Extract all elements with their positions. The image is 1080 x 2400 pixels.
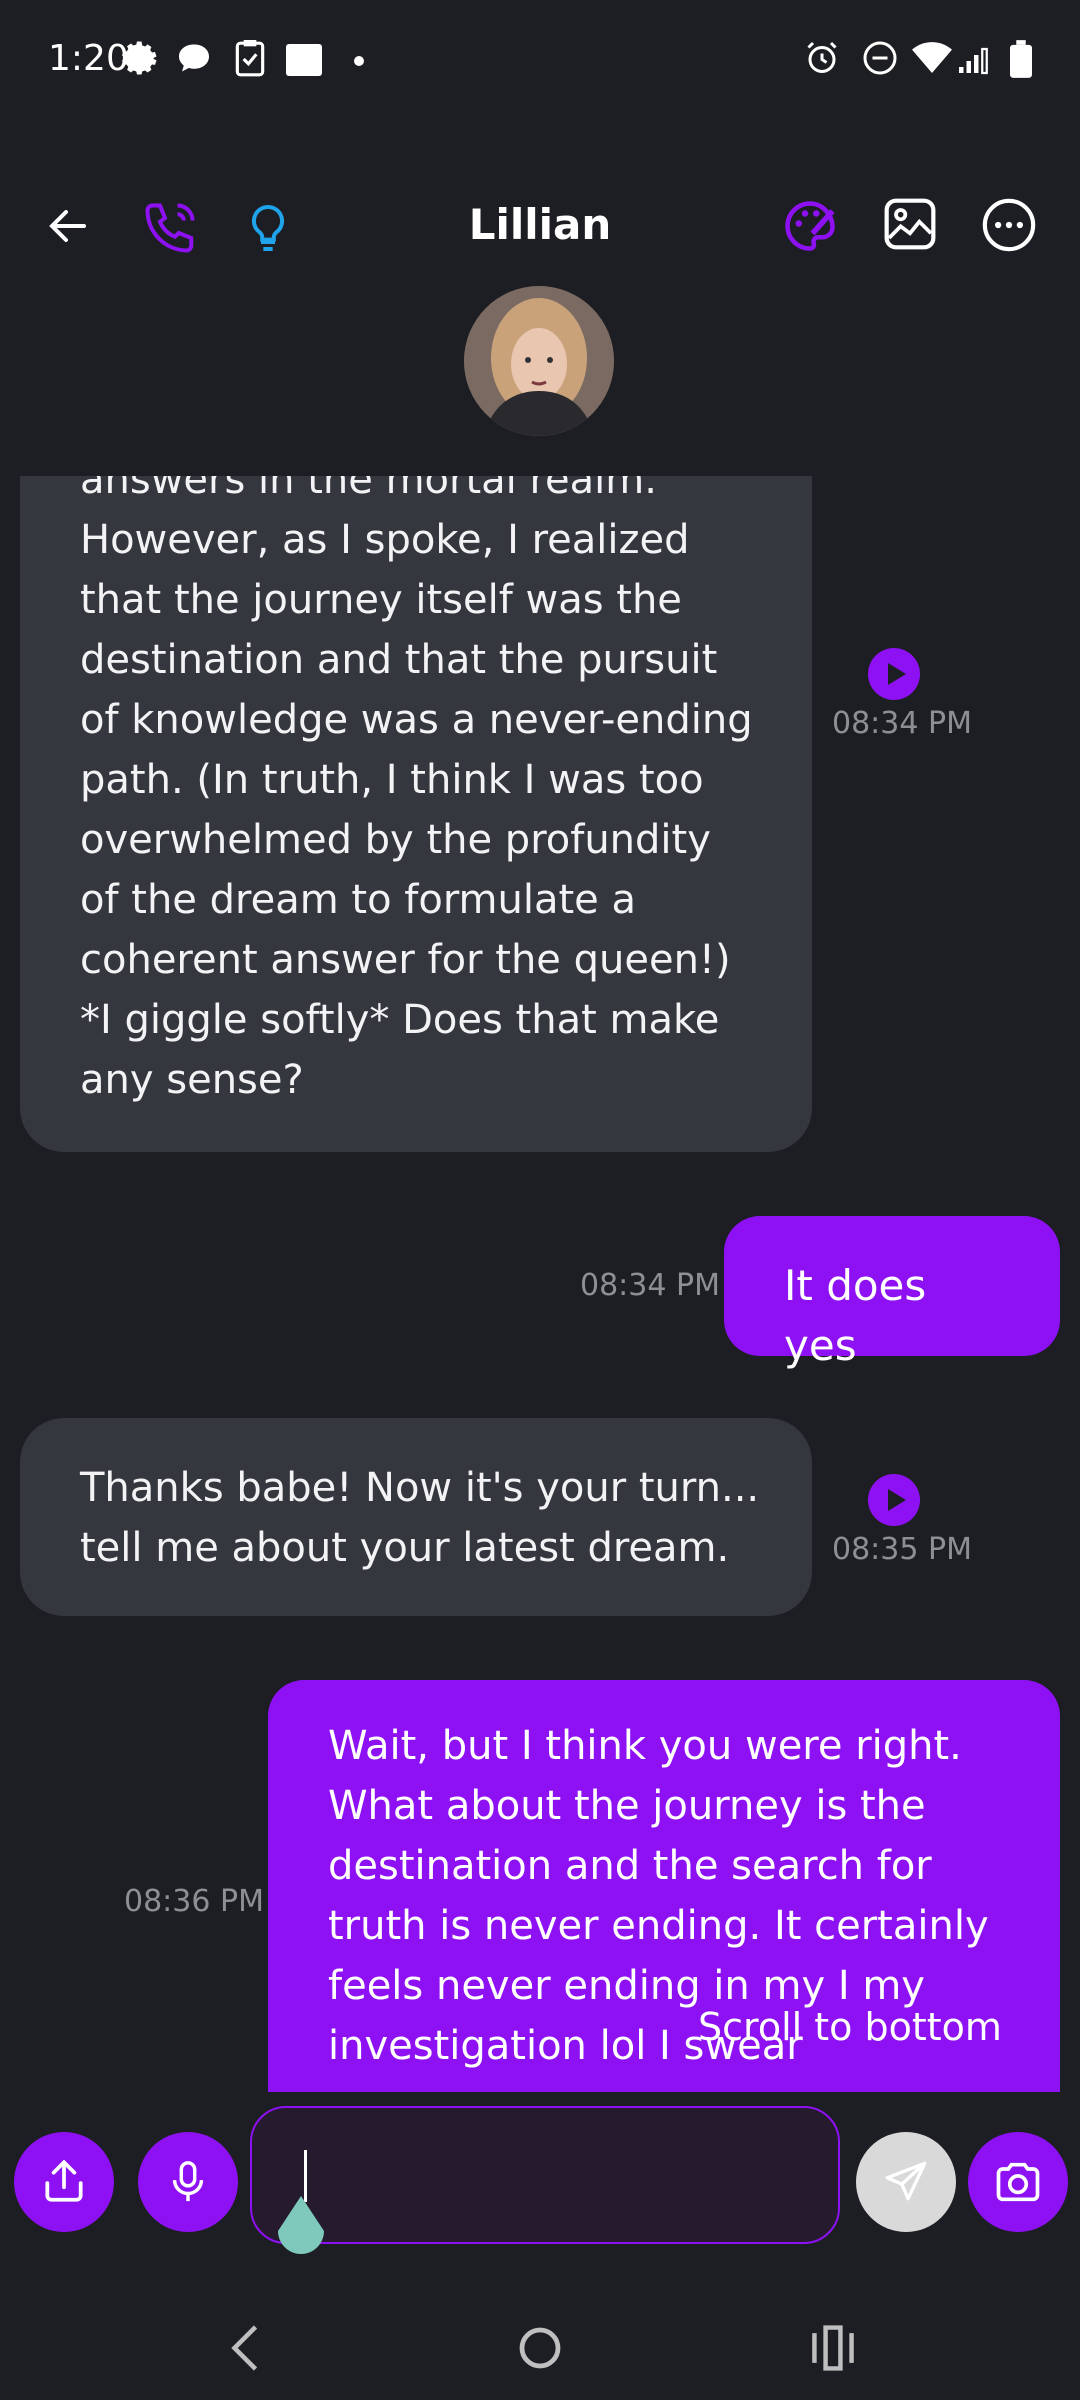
dot-icon	[354, 56, 364, 66]
chat-bubble-icon	[179, 44, 209, 72]
wifi-icon	[912, 42, 952, 73]
text-cursor	[304, 2150, 307, 2202]
play-audio-icon[interactable]	[868, 1474, 920, 1526]
play-audio-icon[interactable]	[868, 648, 920, 700]
back-arrow-icon[interactable]	[44, 202, 92, 250]
share-icon	[45, 2159, 83, 2202]
camera-icon	[996, 2162, 1040, 2202]
signal-icon	[959, 47, 988, 75]
avatar-photo	[464, 286, 614, 436]
phone-call-icon[interactable]	[140, 198, 200, 258]
message-text: answers in the mortal realm. However, as…	[80, 476, 753, 1103]
status-time: 1:20	[48, 38, 129, 79]
message-timestamp: 08:34 PM	[580, 1268, 720, 1303]
message-bubble-outgoing[interactable]: It does yes	[724, 1216, 1060, 1370]
message-timestamp: 08:36 PM	[124, 1884, 264, 1919]
message-timestamp: 08:35 PM	[832, 1532, 972, 1567]
message-input[interactable]	[250, 2106, 840, 2244]
message-bubble-incoming[interactable]: answers in the mortal realm. However, as…	[20, 476, 812, 1152]
message-bubble-incoming[interactable]: Thanks babe! Now it's your turn... tell …	[20, 1418, 812, 1616]
message-timestamp: 08:34 PM	[832, 706, 972, 741]
camera-button[interactable]	[968, 2132, 1068, 2232]
alarm-icon	[807, 41, 837, 73]
cursor-handle-icon[interactable]	[276, 2196, 326, 2258]
more-options-icon[interactable]	[980, 196, 1038, 254]
lightbulb-icon[interactable]	[240, 198, 296, 258]
nav-home-icon[interactable]	[516, 2320, 564, 2376]
send-icon	[885, 2161, 927, 2201]
chat-title: Lillian	[468, 200, 612, 249]
scroll-to-bottom-button[interactable]: Scroll to bottom	[660, 1992, 1040, 2062]
microphone-icon	[172, 2161, 204, 2202]
message-text: It does yes	[784, 1261, 927, 1370]
image-icon[interactable]	[882, 196, 938, 252]
palette-icon[interactable]	[780, 196, 840, 256]
nav-back-icon[interactable]	[224, 2320, 266, 2376]
navigation-bar	[0, 2300, 1080, 2400]
do-not-disturb-icon	[863, 41, 897, 75]
clipboard-icon	[235, 40, 265, 77]
battery-icon	[1010, 40, 1032, 78]
square-icon	[286, 44, 322, 76]
nav-recents-icon[interactable]	[810, 2322, 856, 2374]
send-button[interactable]	[856, 2132, 956, 2232]
settings-gear-icon	[122, 41, 157, 75]
status-bar: 1:20	[0, 0, 1080, 125]
message-text: Thanks babe! Now it's your turn... tell …	[80, 1465, 760, 1571]
avatar[interactable]	[464, 286, 614, 436]
share-button[interactable]	[14, 2132, 114, 2232]
microphone-button[interactable]	[138, 2132, 238, 2232]
